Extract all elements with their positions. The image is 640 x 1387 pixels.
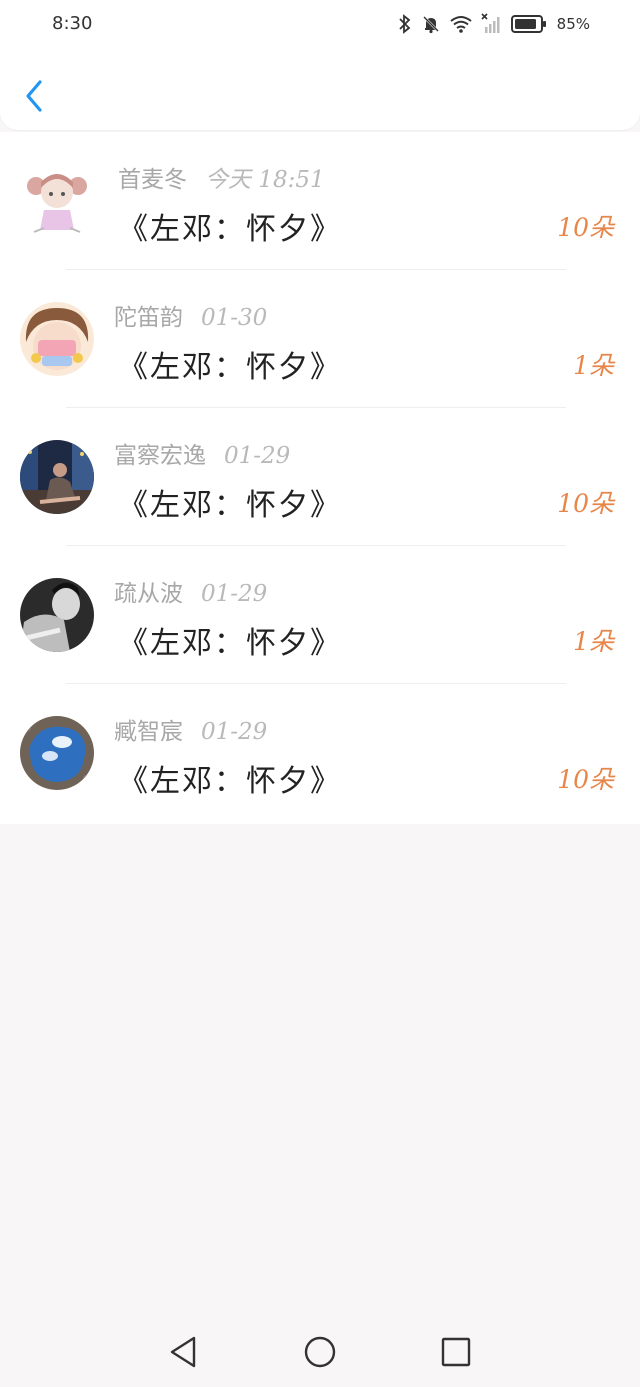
battery-icon [510,15,546,33]
cartoon-girl-avatar-image [20,164,94,238]
send-date: 01-30 [201,305,268,331]
sender-line: 首麦冬 今天 18:51 [118,160,325,194]
city-night-photo-avatar-image [20,440,94,514]
gift-title: 《左邓：怀夕》 [118,764,342,799]
sky-puddle-avatar-image [20,716,94,790]
sender-name: 疏从波 [114,581,183,607]
wifi-icon [450,16,472,33]
sender-name: 富察宏逸 [114,443,206,469]
list-item[interactable]: 疏从波 01-29 《左邓：怀夕》 1朵 [0,546,640,684]
nav-home-button[interactable] [300,1332,340,1372]
sender-line: 疏从波 01-29 [114,574,267,608]
avatar[interactable] [20,578,94,652]
no-signal-icon [481,13,500,33]
bw-portrait-avatar-image [20,578,94,652]
back-button[interactable] [18,76,54,116]
avatar[interactable] [20,302,94,376]
nav-back-button[interactable] [164,1332,204,1372]
cartoon-face-avatar-image [20,302,94,376]
gift-title: 《左邓：怀夕》 [118,488,342,523]
send-date: 今天 18:51 [205,167,325,193]
recents-square-icon [441,1337,471,1367]
gift-count: 1朵 [573,627,614,656]
avatar[interactable] [20,164,94,238]
mute-bell-icon [422,16,439,34]
gift-count: 1朵 [573,351,614,380]
avatar[interactable] [20,440,94,514]
avatar[interactable] [20,716,94,790]
record-list: 首麦冬 今天 18:51 《左邓：怀夕》 10朵 陀笛韵 01-30 《左邓：怀夕》… [0,132,640,824]
list-item[interactable]: 陀笛韵 01-30 《左邓：怀夕》 1朵 [0,270,640,408]
status-time: 8:30 [52,13,93,34]
gift-title: 《左邓：怀夕》 [118,212,342,247]
system-navigation-bar [0,1314,640,1387]
sender-line: 臧智宸 01-29 [114,712,267,746]
gift-title: 《左邓：怀夕》 [118,350,342,385]
gift-count: 10朵 [557,765,614,794]
battery-percent: 85% [556,15,590,33]
status-icons: 85% [397,10,590,38]
send-date: 01-29 [201,581,268,607]
gift-title: 《左邓：怀夕》 [118,626,342,661]
bluetooth-icon [399,14,411,34]
app-header: 8:30 85% [0,0,640,130]
sender-name: 臧智宸 [114,719,183,745]
chevron-left-icon [26,80,42,112]
sender-name: 首麦冬 [118,167,187,193]
back-triangle-icon [170,1336,196,1368]
list-item[interactable]: 首麦冬 今天 18:51 《左邓：怀夕》 10朵 [0,132,640,270]
send-date: 01-29 [201,719,268,745]
list-item[interactable]: 富察宏逸 01-29 《左邓：怀夕》 10朵 [0,408,640,546]
list-item[interactable]: 臧智宸 01-29 《左邓：怀夕》 10朵 [0,684,640,822]
home-circle-icon [304,1336,336,1368]
sender-line: 富察宏逸 01-29 [114,436,290,470]
nav-recents-button[interactable] [436,1332,476,1372]
gift-count: 10朵 [557,213,614,242]
sender-name: 陀笛韵 [114,305,183,331]
gift-count: 10朵 [557,489,614,518]
sender-line: 陀笛韵 01-30 [114,298,267,332]
send-date: 01-29 [224,443,291,469]
